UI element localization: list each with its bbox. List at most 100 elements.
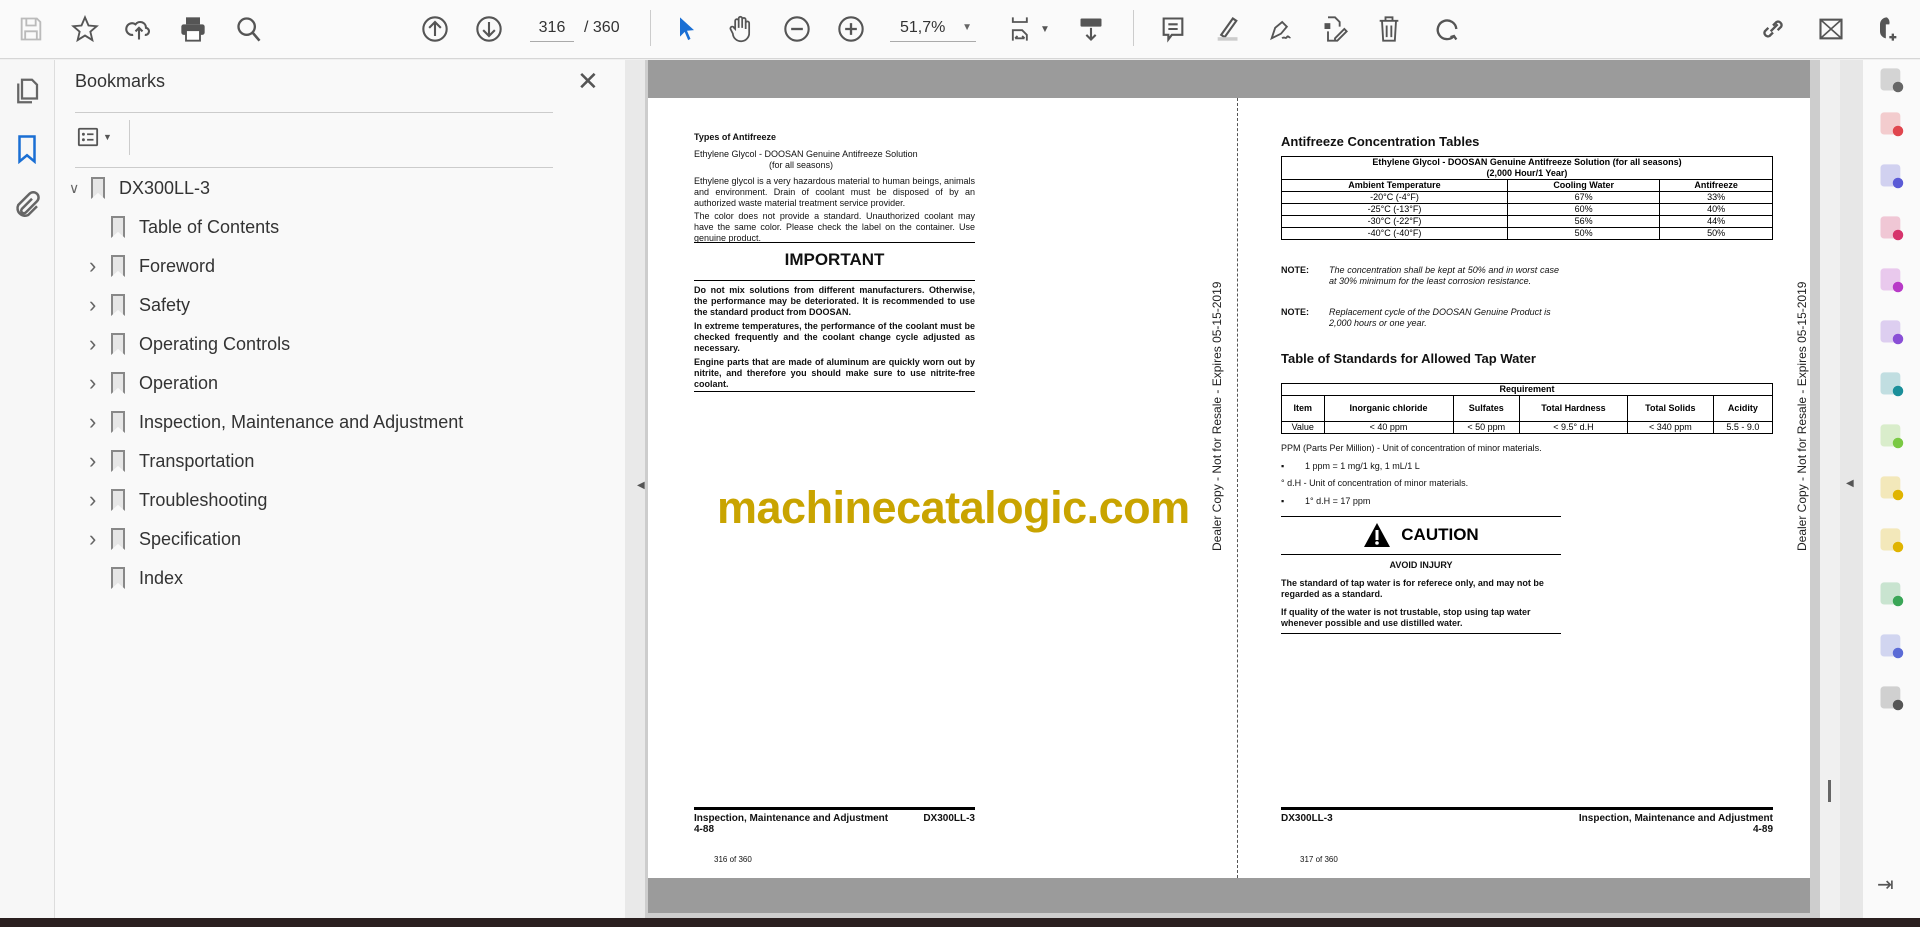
chevron-right-icon[interactable]: › bbox=[89, 331, 111, 357]
upload-cloud-icon[interactable] bbox=[122, 12, 156, 46]
bookmark-item[interactable]: Table of Contents bbox=[89, 212, 279, 242]
bookmark-icon bbox=[111, 489, 125, 511]
subheading: (for all seasons) bbox=[769, 160, 834, 170]
highlight-icon[interactable] bbox=[1210, 12, 1244, 46]
export-pdf-icon[interactable] bbox=[1877, 162, 1905, 190]
bookmark-item[interactable]: › Safety bbox=[89, 290, 190, 320]
subheading: Ethylene Glycol - DOOSAN Genuine Antifre… bbox=[694, 149, 918, 159]
email-icon[interactable] bbox=[1814, 12, 1848, 46]
next-page-icon[interactable] bbox=[472, 12, 506, 46]
antifreeze-table: Ethylene Glycol - DOOSAN Genuine Antifre… bbox=[1281, 156, 1773, 240]
chevron-right-icon[interactable]: › bbox=[89, 526, 111, 552]
print-icon[interactable] bbox=[176, 12, 210, 46]
page-number-input[interactable]: 316 bbox=[530, 16, 574, 42]
bookmark-item[interactable]: Index bbox=[89, 563, 183, 593]
zoom-level-select[interactable]: 51,7% ▼ bbox=[890, 16, 976, 42]
enhance-scan-icon[interactable] bbox=[1877, 66, 1905, 94]
hand-tool-icon[interactable] bbox=[724, 12, 758, 46]
divider bbox=[75, 167, 553, 168]
organize-pages-icon[interactable] bbox=[1877, 214, 1905, 242]
sign-pen-icon[interactable] bbox=[1264, 12, 1298, 46]
warning-triangle-icon bbox=[1364, 523, 1391, 547]
list-options-icon bbox=[77, 127, 99, 147]
chevron-right-icon[interactable]: › bbox=[89, 487, 111, 513]
more-tools-icon[interactable] bbox=[1877, 684, 1905, 712]
bookmark-item[interactable]: › Inspection, Maintenance and Adjustment bbox=[89, 407, 463, 437]
edit-document-icon[interactable] bbox=[1318, 12, 1352, 46]
close-icon[interactable]: ✕ bbox=[577, 66, 599, 97]
bookmark-label: Operation bbox=[139, 372, 219, 393]
panel-title: Bookmarks bbox=[75, 71, 166, 91]
bookmark-item[interactable]: › Operating Controls bbox=[89, 329, 290, 359]
bookmark-star-icon[interactable] bbox=[68, 12, 102, 46]
request-signature-icon[interactable] bbox=[1877, 266, 1905, 294]
fit-page-icon[interactable] bbox=[1004, 12, 1038, 46]
keyboard-scroll-icon[interactable] bbox=[1074, 12, 1108, 46]
comment-tool-icon[interactable] bbox=[1877, 526, 1905, 554]
table-cell: 60% bbox=[1506, 203, 1661, 216]
caution-subheading: AVOID INJURY bbox=[1389, 560, 1453, 570]
fill-sign-icon[interactable] bbox=[1877, 318, 1905, 346]
select-cursor-icon[interactable] bbox=[670, 12, 704, 46]
send-pdf-icon[interactable] bbox=[1877, 370, 1905, 398]
bookmark-icon bbox=[111, 411, 125, 433]
bookmark-root[interactable]: ∨ DX300LL-3 bbox=[69, 173, 210, 203]
collapse-arrow-icon[interactable]: ◀ bbox=[1846, 478, 1854, 489]
tools-collapse-strip[interactable]: ◀ bbox=[1828, 60, 1863, 918]
chevron-right-icon[interactable]: › bbox=[89, 409, 111, 435]
toolbar-divider bbox=[650, 10, 651, 46]
bookmark-label: DX300LL-3 bbox=[119, 177, 211, 198]
search-icon[interactable] bbox=[232, 12, 266, 46]
rotate-icon[interactable] bbox=[1430, 12, 1464, 46]
chevron-down-icon[interactable]: ∨ bbox=[69, 180, 91, 197]
chevron-down-icon[interactable]: ▼ bbox=[1038, 12, 1052, 46]
column-header: Cooling Water bbox=[1506, 179, 1661, 192]
add-user-icon[interactable] bbox=[1870, 12, 1904, 46]
section-heading: Antifreeze Concentration Tables bbox=[1281, 134, 1480, 149]
send-for-comments-icon[interactable] bbox=[1877, 474, 1905, 502]
bookmark-item[interactable]: › Transportation bbox=[89, 446, 254, 476]
bookmark-item[interactable]: › Specification bbox=[89, 524, 241, 554]
page-thumbnails-icon[interactable] bbox=[12, 76, 42, 106]
zoom-in-icon[interactable] bbox=[834, 12, 868, 46]
chevron-right-icon[interactable]: › bbox=[89, 292, 111, 318]
collapse-tools-icon[interactable]: ⇥ bbox=[1877, 872, 1905, 900]
bookmark-label: Operating Controls bbox=[139, 333, 291, 354]
bookmark-item[interactable]: › Troubleshooting bbox=[89, 485, 267, 515]
attachments-icon[interactable] bbox=[12, 190, 42, 220]
protect-icon[interactable] bbox=[1877, 632, 1905, 660]
comment-icon[interactable] bbox=[1156, 12, 1190, 46]
bookmarks-icon[interactable] bbox=[12, 134, 42, 165]
collapse-left-arrow[interactable]: ◀ bbox=[637, 480, 645, 491]
dealer-stamp: Dealer Copy - Not for Resale - Expires 0… bbox=[1210, 281, 1224, 551]
column-header: Antifreeze bbox=[1659, 179, 1773, 192]
footer-section: Inspection, Maintenance and Adjustment bbox=[1578, 813, 1773, 824]
bookmark-item[interactable]: › Operation bbox=[89, 368, 218, 398]
compare-files-icon[interactable] bbox=[1877, 422, 1905, 450]
chevron-right-icon[interactable]: › bbox=[89, 370, 111, 396]
column-header: Total Solids bbox=[1626, 395, 1714, 422]
share-link-icon[interactable] bbox=[1756, 12, 1790, 46]
bookmark-label: Troubleshooting bbox=[139, 489, 268, 510]
note-label: NOTE: bbox=[1281, 265, 1309, 275]
bookmark-options-button[interactable]: ▼ bbox=[77, 122, 121, 152]
bookmark-item[interactable]: › Foreword bbox=[89, 251, 215, 281]
table-cell: 67% bbox=[1506, 191, 1661, 204]
paragraph: The standard of tap water is for referec… bbox=[1281, 578, 1544, 599]
chevron-right-icon[interactable]: › bbox=[89, 448, 111, 474]
delete-icon[interactable] bbox=[1372, 12, 1406, 46]
table-cell: < 340 ppm bbox=[1626, 421, 1714, 434]
save-icon[interactable] bbox=[14, 12, 48, 46]
create-pdf-icon[interactable] bbox=[1877, 110, 1905, 138]
page-counter: 316 of 360 bbox=[714, 855, 752, 864]
scroll-thumb[interactable] bbox=[1828, 780, 1831, 802]
print-production-icon[interactable] bbox=[1877, 580, 1905, 608]
caution-header: CAUTION bbox=[1281, 522, 1561, 548]
previous-page-icon[interactable] bbox=[418, 12, 452, 46]
bookmark-icon bbox=[111, 567, 125, 589]
zoom-out-icon[interactable] bbox=[780, 12, 814, 46]
chevron-right-icon[interactable]: › bbox=[89, 253, 111, 279]
table-title: Ethylene Glycol - DOOSAN Genuine Antifre… bbox=[1281, 156, 1773, 180]
toolbar-divider bbox=[1133, 10, 1134, 46]
bookmark-label: Index bbox=[139, 567, 184, 588]
